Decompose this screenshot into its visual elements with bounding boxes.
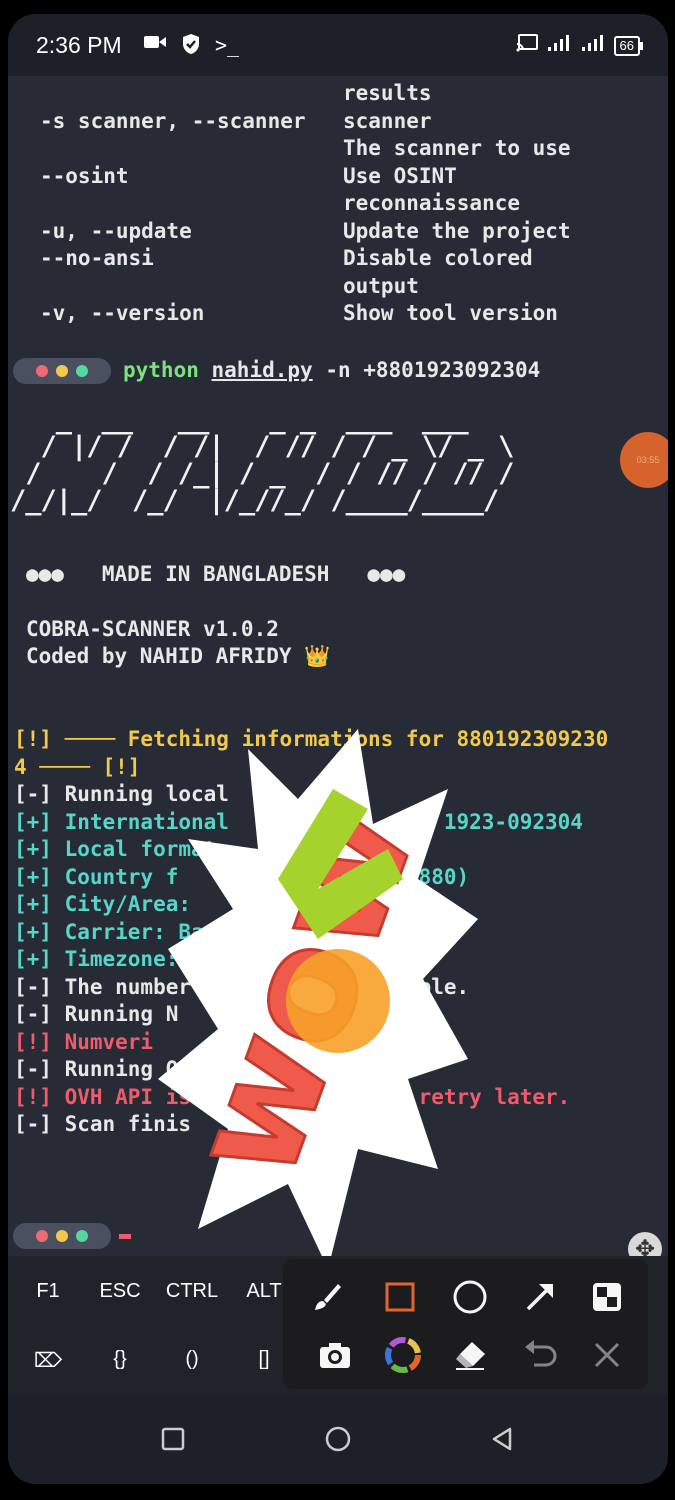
help-description: reconnaissance [343,191,521,215]
floating-recorder-bubble[interactable]: 03:55 [620,432,668,488]
prompt-dot-green [76,1230,88,1242]
key-delete[interactable]: ⌦ [13,1348,83,1373]
prompt-dot-yellow [56,365,68,377]
help-description: Update the project [343,218,571,243]
shield-check-icon [181,33,201,61]
prompt-dot-yellow [56,1230,68,1242]
help-description: Use OSINT [343,163,457,188]
prompt-dot-green [76,365,88,377]
output-line: 4 ──── [!] [14,754,141,779]
recents-square-icon[interactable] [158,1424,188,1454]
annotation-toolbar [283,1259,648,1389]
ascii-banner: _ __ __ _ _ ___ ___ / |/ / / /| / // / /… [10,404,514,516]
command-program: python [123,358,199,383]
battery-indicator: 66 [613,35,644,56]
circle-icon[interactable] [448,1275,492,1319]
help-option: -s scanner, --scanner [40,108,306,133]
prompt-dots [13,1223,111,1249]
text-cursor [119,1233,131,1239]
shell-prompt-current[interactable] [13,1221,131,1251]
camera-icon[interactable] [313,1333,357,1377]
eraser-icon[interactable] [448,1333,492,1377]
key-parens[interactable]: () [157,1348,227,1371]
signal-icon [546,34,572,57]
key-braces[interactable]: {} [85,1348,155,1371]
tool-version: COBRA-SCANNER v1.0.2 [26,617,279,641]
prompt-dot-red [36,365,48,377]
command-file: nahid.py [211,358,313,383]
prompt-dot-red [36,1230,48,1242]
mosaic-icon[interactable] [585,1275,629,1319]
help-option: --no-ansi [40,246,154,270]
status-bar: 2:36 PM >_ 66 [8,14,668,76]
help-option: -u, --update [40,218,192,243]
help-description: output [343,273,419,298]
key-esc[interactable]: ESC [85,1280,155,1303]
phone-screen: 2:36 PM >_ 66 results-s scanner, --scan [8,14,668,1484]
tool-author: Coded by NAHID AFRIDY 👑 [26,644,331,668]
status-time: 2:36 PM [36,32,122,58]
output-line: [-] Running O [14,1057,179,1081]
color-wheel-icon[interactable] [381,1333,425,1377]
help-description: results [343,81,432,105]
arrow-icon[interactable] [518,1275,562,1319]
close-icon[interactable] [585,1333,629,1377]
brush-icon[interactable] [305,1275,349,1319]
help-description: Show tool version [343,301,558,325]
signal-icon [580,34,606,57]
help-description: Disable colored [343,246,533,270]
terminal-prompt-icon: >_ [215,33,240,57]
help-option: -v, --version [40,301,205,325]
cast-icon [516,34,538,57]
command-line: python nahid.py -n +8801923092304 [123,357,540,385]
key-ctrl[interactable]: CTRL [157,1280,227,1303]
command-args: -n +8801923092304 [325,358,541,383]
prompt-dots [13,358,111,384]
android-nav-bar [8,1396,668,1484]
help-description: scanner [343,108,432,133]
help-description: The scanner to use [343,136,571,160]
shell-prompt: python nahid.py -n +8801923092304 [13,356,540,386]
undo-icon[interactable] [518,1333,562,1377]
video-camera-icon [143,33,167,61]
key-f1[interactable]: F1 [13,1280,83,1303]
help-option: --osint [40,163,129,188]
home-circle-icon[interactable] [323,1424,353,1454]
made-in-text: ●●● MADE IN BANGLADESH ●●● [26,562,406,586]
wow-sticker[interactable]: wow [155,729,488,1269]
back-triangle-icon[interactable] [488,1424,518,1454]
rectangle-icon[interactable] [378,1275,422,1319]
